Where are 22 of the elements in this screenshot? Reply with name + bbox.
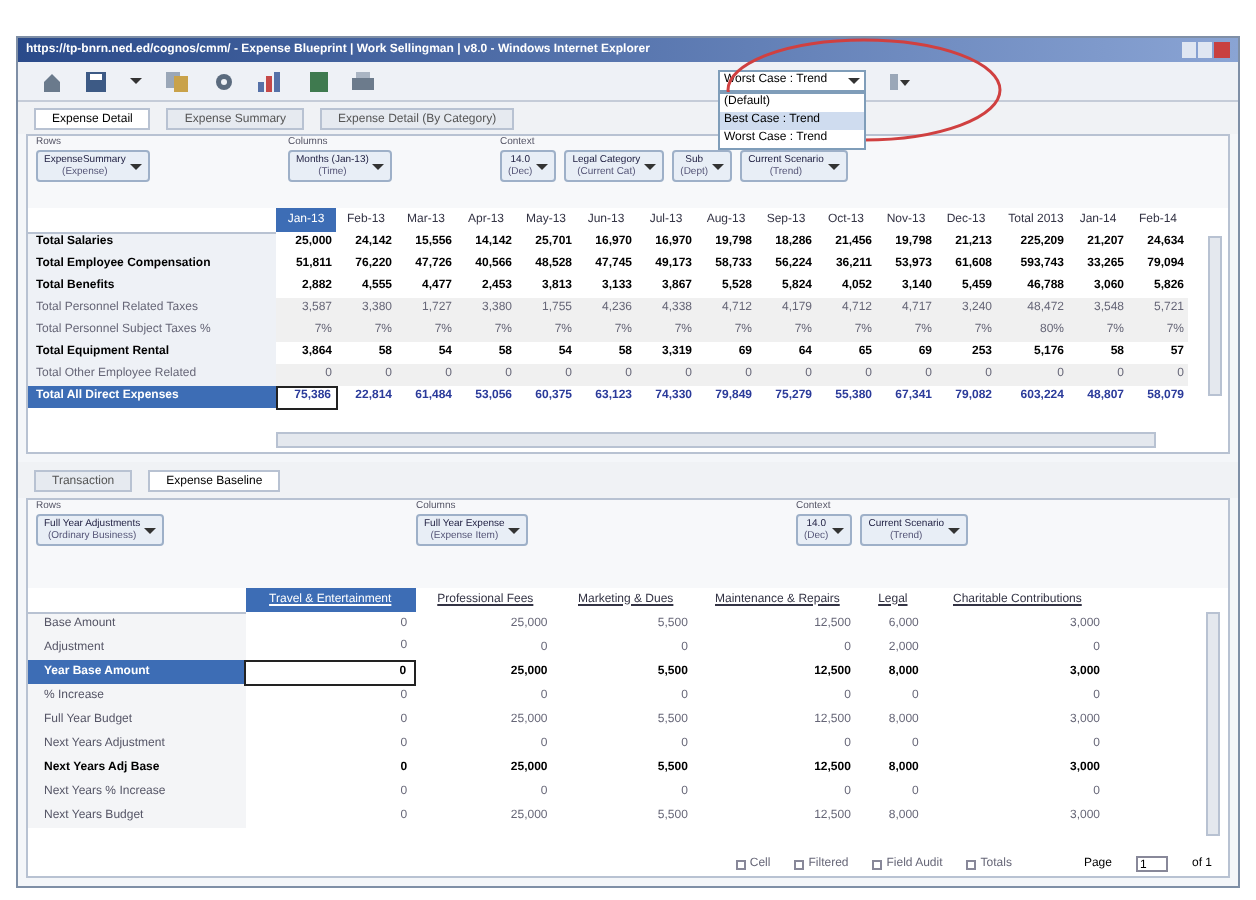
window-controls-icon[interactable]: [1182, 42, 1230, 58]
save-icon[interactable]: [86, 71, 106, 91]
vertical-scrollbar[interactable]: [1208, 236, 1222, 396]
caret-icon: [848, 78, 860, 84]
caret-icon: [644, 163, 657, 169]
chart-icon[interactable]: [258, 71, 286, 91]
home-icon[interactable]: [42, 71, 62, 91]
printer-icon[interactable]: [352, 71, 374, 91]
menu-icon[interactable]: [890, 73, 910, 89]
caret-icon: [144, 527, 157, 533]
caret-icon: [129, 163, 142, 169]
caret-icon[interactable]: [130, 78, 142, 84]
vertical-scrollbar[interactable]: [1206, 612, 1220, 836]
caret-icon: [372, 163, 385, 169]
caret-icon: [536, 163, 549, 169]
caret-icon: [832, 527, 845, 533]
caret-icon: [827, 163, 840, 169]
caret-icon: [508, 527, 521, 533]
horizontal-scrollbar[interactable]: [276, 432, 1156, 448]
caret-icon: [712, 163, 725, 169]
copy-icon[interactable]: [166, 71, 190, 91]
caret-icon: [948, 527, 961, 533]
